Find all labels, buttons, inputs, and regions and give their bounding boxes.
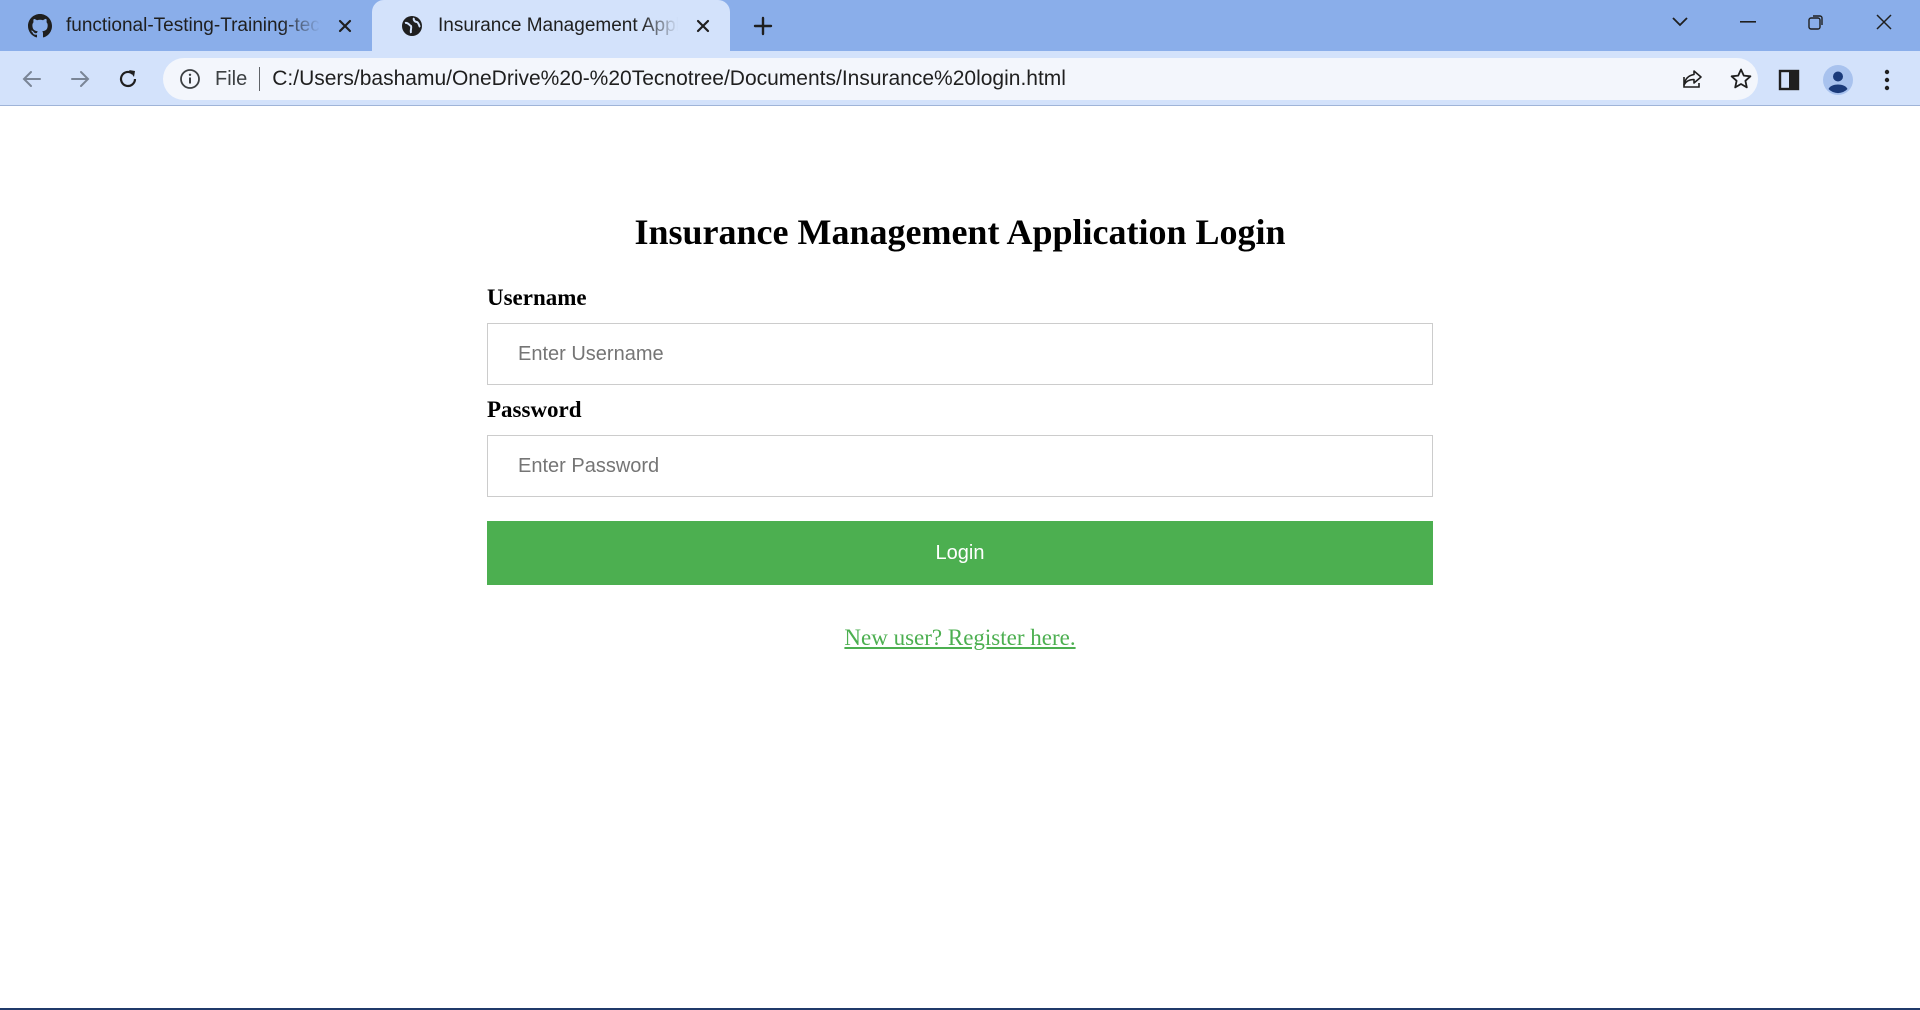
login-button[interactable]: Login — [487, 521, 1433, 585]
chevron-down-icon — [1672, 17, 1688, 27]
tab-title: Insurance Management Application Login — [438, 14, 678, 36]
back-button[interactable] — [13, 60, 51, 98]
scheme-label: File — [215, 67, 248, 90]
page-content: Insurance Management Application Login U… — [0, 107, 1920, 1010]
restore-button[interactable] — [1786, 0, 1846, 44]
tab-strip: functional-Testing-Training-tecnotree In… — [0, 0, 1920, 51]
browser-toolbar: File C:/Users/bashamu/OneDrive%20-%20Tec… — [0, 51, 1920, 106]
page-title: Insurance Management Application Login — [634, 212, 1286, 252]
new-tab-button[interactable] — [748, 11, 778, 41]
close-window-button[interactable] — [1854, 0, 1914, 44]
address-divider — [259, 67, 261, 91]
side-panel-button[interactable] — [1772, 63, 1806, 97]
side-panel-icon — [1778, 69, 1800, 91]
register-link-container: New user? Register here. — [487, 625, 1433, 651]
github-icon — [28, 13, 52, 38]
arrow-right-icon — [71, 71, 90, 87]
globe-icon — [400, 14, 424, 38]
reload-button[interactable] — [109, 60, 147, 98]
close-icon[interactable] — [692, 15, 714, 37]
info-icon[interactable] — [177, 66, 203, 92]
plus-icon — [753, 16, 773, 36]
address-url[interactable]: C:/Users/bashamu/OneDrive%20-%20Tecnotre… — [272, 67, 1066, 91]
reload-icon — [119, 70, 137, 88]
profile-avatar[interactable] — [1821, 63, 1855, 97]
restore-icon — [1808, 15, 1823, 30]
register-link[interactable]: New user? Register here. — [844, 625, 1075, 650]
tab-title: functional-Testing-Training-tecnotree — [66, 14, 320, 36]
close-icon — [1876, 14, 1892, 30]
minimize-button[interactable] — [1718, 0, 1778, 44]
menu-button[interactable] — [1870, 63, 1904, 97]
avatar-icon — [1823, 65, 1853, 95]
username-input[interactable] — [487, 323, 1433, 385]
password-label: Password — [487, 397, 582, 422]
arrow-left-icon — [22, 71, 41, 87]
share-icon[interactable] — [1677, 63, 1709, 95]
password-input[interactable] — [487, 435, 1433, 497]
address-bar[interactable]: File C:/Users/bashamu/OneDrive%20-%20Tec… — [163, 58, 1758, 100]
bookmark-star-icon[interactable] — [1725, 63, 1757, 95]
username-label: Username — [487, 285, 587, 310]
tab-github[interactable]: functional-Testing-Training-tecnotree — [0, 0, 372, 51]
tab-insurance-login[interactable]: Insurance Management Application Login — [372, 0, 730, 51]
close-icon[interactable] — [334, 15, 356, 37]
forward-button[interactable] — [61, 60, 99, 98]
minimize-icon — [1740, 21, 1756, 23]
tab-search-button[interactable] — [1650, 0, 1710, 44]
kebab-menu-icon — [1884, 69, 1890, 91]
